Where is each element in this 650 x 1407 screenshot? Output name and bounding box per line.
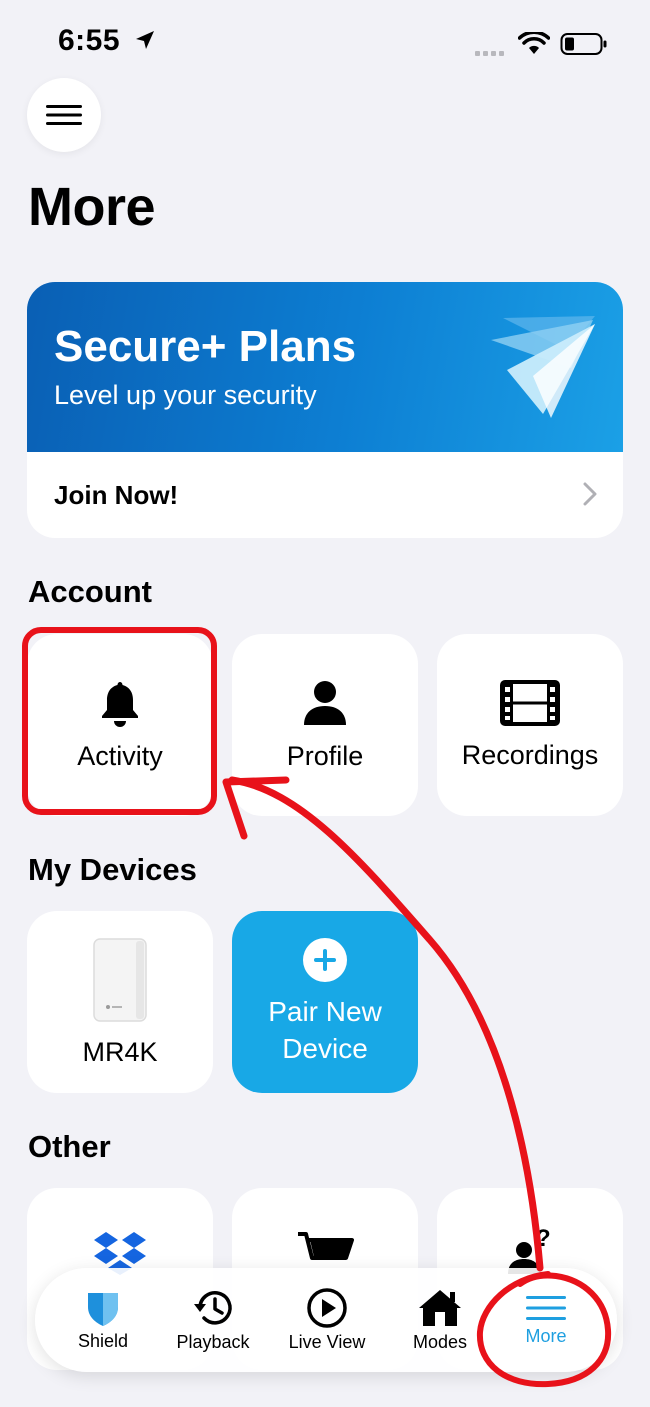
section-title-account: Account [28, 574, 152, 609]
activity-tile[interactable]: Activity [27, 634, 213, 816]
section-title-devices: My Devices [28, 852, 197, 887]
tab-bar: Shield Playback Live View Modes More [35, 1268, 617, 1372]
page-title: More [28, 177, 156, 237]
recordings-tile[interactable]: Recordings [437, 634, 623, 816]
secure-plans-card[interactable]: Secure+ Plans Level up your security Joi… [27, 282, 623, 538]
home-icon [419, 1289, 461, 1326]
cellular-signal-icon [475, 46, 507, 64]
menu-icon [526, 1295, 566, 1320]
tab-modes-label: Modes [412, 1331, 468, 1352]
pair-new-device-label: Pair New Device [268, 993, 382, 1067]
promo-banner: Secure+ Plans Level up your security [27, 282, 623, 452]
tab-modes[interactable]: Modes [395, 1268, 485, 1372]
status-time: 6:55 [58, 24, 157, 58]
shield-icon [88, 1292, 118, 1326]
tab-live-view[interactable]: Live View [277, 1268, 377, 1372]
cart-icon [298, 1232, 354, 1260]
tab-more-label: More [525, 1325, 567, 1346]
help-person-icon: ? [508, 1225, 551, 1274]
device-tile-mr4k[interactable]: MR4K [27, 911, 213, 1093]
battery-icon [560, 32, 608, 61]
profile-tile[interactable]: Profile [232, 634, 418, 816]
person-icon [304, 680, 346, 725]
status-time-text: 6:55 [58, 24, 121, 57]
section-title-other: Other [28, 1129, 111, 1164]
promo-subtitle: Level up your security [54, 380, 317, 410]
menu-button[interactable] [27, 78, 101, 152]
tab-shield-label: Shield [77, 1330, 129, 1351]
device-label: MR4K [82, 1036, 158, 1067]
router-icon [93, 937, 147, 1022]
tab-playback[interactable]: Playback [163, 1268, 263, 1372]
recordings-label: Recordings [461, 739, 599, 770]
pair-label-line2: Device [282, 1033, 368, 1064]
join-now-row[interactable]: Join Now! [27, 452, 623, 538]
history-icon [194, 1290, 232, 1325]
bell-icon [102, 681, 138, 727]
tab-playback-label: Playback [176, 1331, 250, 1352]
hamburger-icon [46, 105, 82, 125]
pair-label-line1: Pair New [268, 996, 382, 1027]
svg-text:?: ? [536, 1225, 551, 1252]
wifi-icon [517, 30, 551, 61]
tab-more[interactable]: More [501, 1268, 591, 1372]
pair-new-device-tile[interactable]: Pair New Device [232, 911, 418, 1093]
film-icon [500, 679, 560, 726]
join-now-label: Join Now! [54, 479, 179, 510]
activity-label: Activity [77, 740, 163, 771]
location-arrow-icon [135, 31, 154, 49]
plus-circle-icon [303, 938, 347, 982]
brand-wing-icon [491, 316, 595, 418]
promo-title: Secure+ Plans [54, 322, 357, 371]
tab-shield[interactable]: Shield [55, 1268, 151, 1372]
profile-label: Profile [286, 740, 364, 771]
chevron-right-icon [583, 482, 597, 506]
tab-live-view-label: Live View [288, 1331, 366, 1352]
play-circle-icon [307, 1287, 347, 1328]
